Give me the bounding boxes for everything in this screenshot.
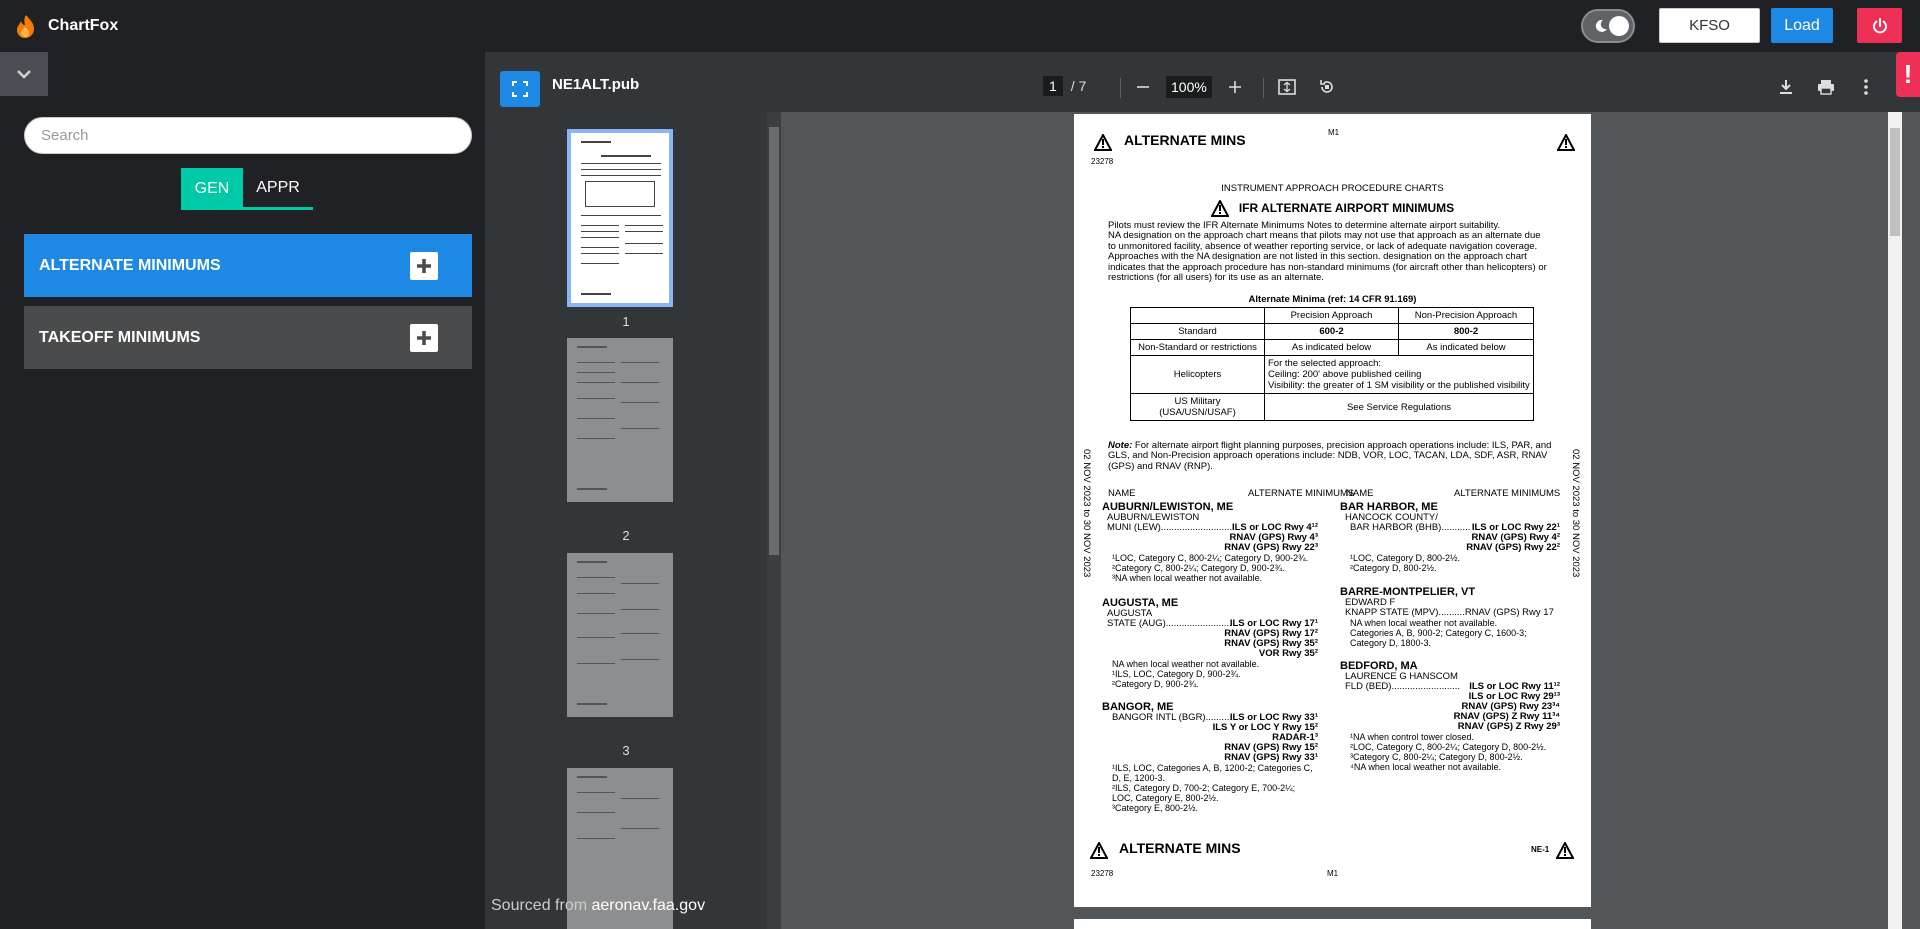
col-mins-right: ALTERNATE MINIMUMS	[1454, 488, 1561, 499]
thumbnail-panel: 1 2 3	[485, 112, 767, 929]
warning-triangle-icon	[1210, 200, 1229, 217]
warning-triangle-icon	[1094, 134, 1112, 151]
effective-dates-right: 02 NOV 2023 to 30 NOV 2023	[1570, 449, 1581, 578]
warning-triangle-icon	[1090, 842, 1108, 859]
category-alternate-minimums[interactable]: ALTERNATE MINIMUMS	[24, 234, 472, 297]
doc-footer-num: 23278	[1091, 869, 1114, 878]
col-name-left: NAME	[1108, 488, 1136, 499]
page-count: / 7	[1070, 78, 1087, 94]
collapse-sidebar-button[interactable]	[0, 52, 48, 96]
col-name-right: NAME	[1346, 488, 1374, 499]
toggle-knob	[1609, 16, 1629, 36]
airport-code-input[interactable]	[1659, 8, 1760, 43]
thumbnail-scrollbar[interactable]	[767, 112, 781, 929]
document-filename: NE1ALT.pub	[552, 76, 640, 93]
plus-icon[interactable]	[410, 324, 438, 352]
fit-page-icon[interactable]	[1276, 76, 1298, 98]
download-icon[interactable]	[1775, 76, 1797, 98]
category-label: ALTERNATE MINIMUMS	[39, 256, 221, 274]
tab-gen[interactable]: GEN	[181, 168, 243, 210]
divider	[1263, 78, 1264, 98]
zoom-in-icon[interactable]	[1224, 76, 1246, 98]
thumbnail-page-3[interactable]	[567, 553, 673, 717]
theme-toggle[interactable]	[1581, 9, 1635, 43]
doc-note: Note: For alternate airport flight plann…	[1108, 440, 1552, 472]
app-name: ChartFox	[48, 17, 119, 34]
chart-type-tabs: GEN APPR	[181, 168, 313, 210]
thumbnail-number: 2	[622, 528, 630, 543]
effective-dates-left: 02 NOV 2023 to 30 NOV 2023	[1081, 449, 1092, 578]
sidebar-toggle-button[interactable]	[500, 71, 540, 107]
doc-heading: IFR ALTERNATE AIRPORT MINIMUMS	[1074, 200, 1591, 217]
moon-icon	[1595, 19, 1607, 32]
doc-header-title: ALTERNATE MINS	[1124, 132, 1246, 148]
airport-entry: AUGUSTA, ME AUGUSTA STATE (AUG).........…	[1102, 597, 1318, 689]
current-page-input[interactable]: 1	[1043, 76, 1063, 96]
next-document-page	[1074, 919, 1591, 929]
category-takeoff-minimums[interactable]: TAKEOFF MINIMUMS	[24, 306, 472, 369]
doc-heading-text: IFR ALTERNATE AIRPORT MINIMUMS	[1238, 201, 1455, 215]
doc-footer-title: ALTERNATE MINS	[1119, 840, 1241, 856]
chevron-down-icon	[17, 70, 31, 79]
airport-entry: BARRE-MONTPELIER, VT EDWARD F KNAPP STAT…	[1340, 586, 1554, 648]
plus-icon[interactable]	[410, 252, 438, 280]
minima-title: Alternate Minima (ref: 14 CFR 91.169)	[1248, 294, 1417, 305]
minima-table: Precision Approach Non-Precision Approac…	[1130, 307, 1534, 421]
print-icon[interactable]	[1815, 76, 1837, 98]
sidebar: GEN APPR ALTERNATE MINIMUMS TAKEOFF MINI…	[0, 52, 485, 929]
thumbnail-number: 1	[622, 314, 630, 329]
airport-entry: BAR HARBOR, ME HANCOCK COUNTY/ BAR HARBO…	[1340, 501, 1560, 573]
view-controls	[1276, 76, 1338, 98]
thumbnail-number: 3	[622, 743, 630, 758]
doc-footer-m1: M1	[1327, 869, 1339, 878]
load-button[interactable]: Load	[1771, 8, 1833, 43]
warning-triangle-icon	[1556, 842, 1574, 859]
document-scrollbar[interactable]	[1888, 112, 1902, 929]
brand[interactable]: ChartFox	[12, 12, 118, 40]
doc-m1: M1	[1328, 128, 1340, 137]
rotate-icon[interactable]	[1316, 76, 1338, 98]
zoom-level[interactable]: 100%	[1166, 76, 1212, 98]
document-actions	[1775, 76, 1877, 98]
zoom-controls: 100%	[1132, 76, 1246, 98]
fullscreen-icon	[512, 81, 528, 97]
page-indicator: 1 / 7	[1043, 76, 1086, 96]
airport-entry: BEDFORD, MA LAURENCE G HANSCOM FLD (BED)…	[1340, 660, 1560, 772]
zoom-out-icon[interactable]	[1132, 76, 1154, 98]
flame-logo-icon	[17, 15, 34, 38]
doc-footer-code: NE-1	[1531, 845, 1550, 854]
power-icon	[1872, 17, 1887, 33]
search-input[interactable]	[24, 117, 472, 154]
thumbnail-page-1[interactable]	[567, 129, 673, 307]
airport-entry: AUBURN/LEWISTON, ME AUBURN/LEWISTON MUNI…	[1102, 501, 1318, 583]
doc-intro: Pilots must review the IFR Alternate Min…	[1108, 220, 1547, 284]
pdf-toolbar: NE1ALT.pub 1 / 7 100%	[485, 52, 1920, 112]
more-options-icon[interactable]	[1855, 76, 1877, 98]
doc-code: 23278	[1091, 157, 1114, 166]
top-bar: ChartFox Load	[0, 0, 1920, 52]
warning-triangle-icon	[1557, 134, 1575, 151]
airport-entry: BANGOR, ME BANGOR INTL (BGR).......... I…	[1102, 701, 1318, 813]
document-page: ALTERNATE MINS M1 23278 INSTRUMENT APPRO…	[1074, 114, 1591, 907]
alert-tab[interactable]: !	[1896, 52, 1920, 97]
category-label: TAKEOFF MINIMUMS	[39, 328, 201, 346]
thumbnail-page-2[interactable]	[567, 338, 673, 502]
logout-button[interactable]	[1857, 8, 1902, 43]
doc-section: INSTRUMENT APPROACH PROCEDURE CHARTS	[1221, 183, 1444, 194]
divider	[1120, 78, 1121, 98]
tab-appr[interactable]: APPR	[243, 168, 313, 210]
source-attribution: Sourced from aeronav.faa.gov	[491, 897, 706, 914]
col-mins-left: ALTERNATE MINIMUMS	[1248, 488, 1355, 499]
